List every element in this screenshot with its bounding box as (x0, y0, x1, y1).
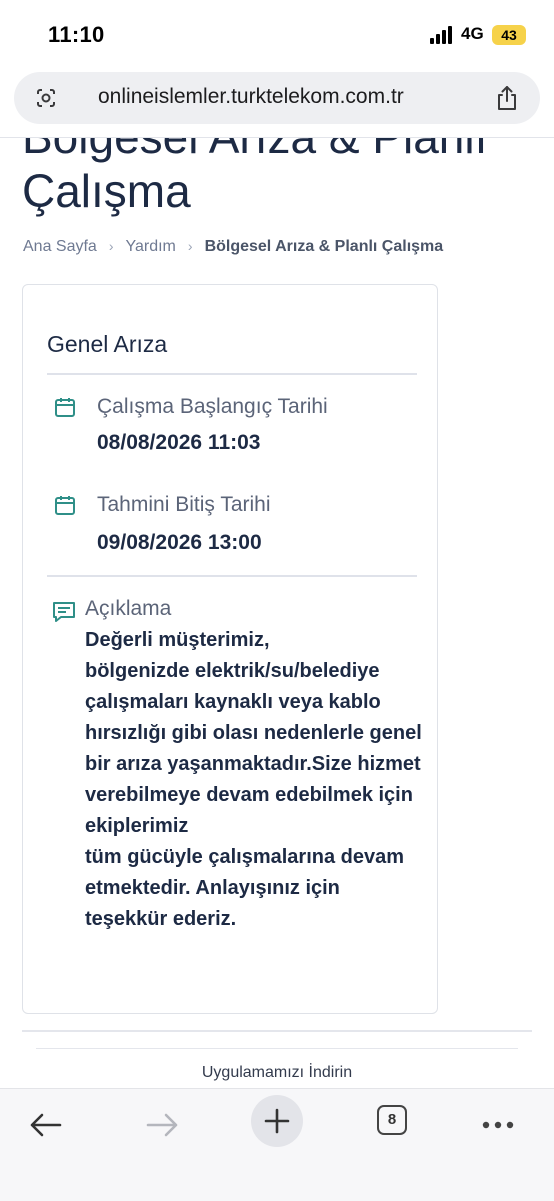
address-bar[interactable]: onlineislemler.turktelekom.com.tr (14, 72, 540, 124)
end-date-value: 09/08/2026 13:00 (97, 531, 262, 554)
back-arrow-icon[interactable] (24, 1103, 68, 1147)
breadcrumb-home[interactable]: Ana Sayfa (23, 238, 97, 255)
new-tab-button[interactable] (251, 1095, 303, 1147)
breadcrumb-current: Bölgesel Arıza & Planlı Çalışma (204, 238, 444, 255)
outage-card: Genel Arıza Çalışma Başlangıç Tarihi 08/… (22, 284, 438, 1014)
breadcrumb: Ana Sayfa › Yardım › Bölgesel Arıza & Planlı… (23, 238, 443, 256)
start-date-value: 08/08/2026 11:03 (97, 431, 261, 454)
chat-message-icon (53, 602, 75, 622)
battery-icon: 43 (492, 25, 526, 45)
more-options-icon[interactable] (476, 1103, 520, 1147)
card-divider (47, 373, 417, 375)
end-date-label: Tahmini Bitiş Tarihi (97, 493, 271, 516)
card-title: Genel Arıza (47, 331, 168, 357)
section-divider (36, 1048, 518, 1049)
card-divider (47, 575, 417, 577)
calendar-icon (55, 398, 75, 417)
breadcrumb-help[interactable]: Yardım (126, 238, 176, 255)
tab-switcher-button[interactable]: 8 (377, 1105, 407, 1135)
browser-toolbar: 8 (0, 1088, 554, 1201)
chevron-right-icon: › (187, 238, 193, 254)
status-bar: 11:10 4G 43 (0, 0, 554, 70)
status-time: 11:10 (48, 22, 105, 47)
plus-icon (264, 1108, 290, 1134)
description-text: Değerli müşterimiz, bölgenizde elektrik/… (85, 629, 422, 930)
description-label: Açıklama (85, 597, 172, 620)
share-icon[interactable] (494, 84, 520, 112)
calendar-icon (55, 496, 75, 515)
page-scan-icon[interactable] (34, 86, 58, 110)
chevron-right-icon: › (108, 238, 114, 254)
network-type: 4G (461, 24, 484, 43)
section-divider (22, 1030, 532, 1032)
start-date-label: Çalışma Başlangıç Tarihi (97, 395, 328, 418)
page-title-container: Bölgesel Arıza & Planlı Çalışma (0, 138, 554, 228)
page-title: Bölgesel Arıza & Planlı Çalışma (22, 138, 487, 217)
url-text[interactable]: onlineislemler.turktelekom.com.tr (98, 85, 404, 109)
signal-icon (430, 26, 456, 44)
forward-arrow-icon[interactable] (140, 1103, 184, 1147)
download-app-text[interactable]: Uygulamamızı İndirin (0, 1064, 554, 1082)
